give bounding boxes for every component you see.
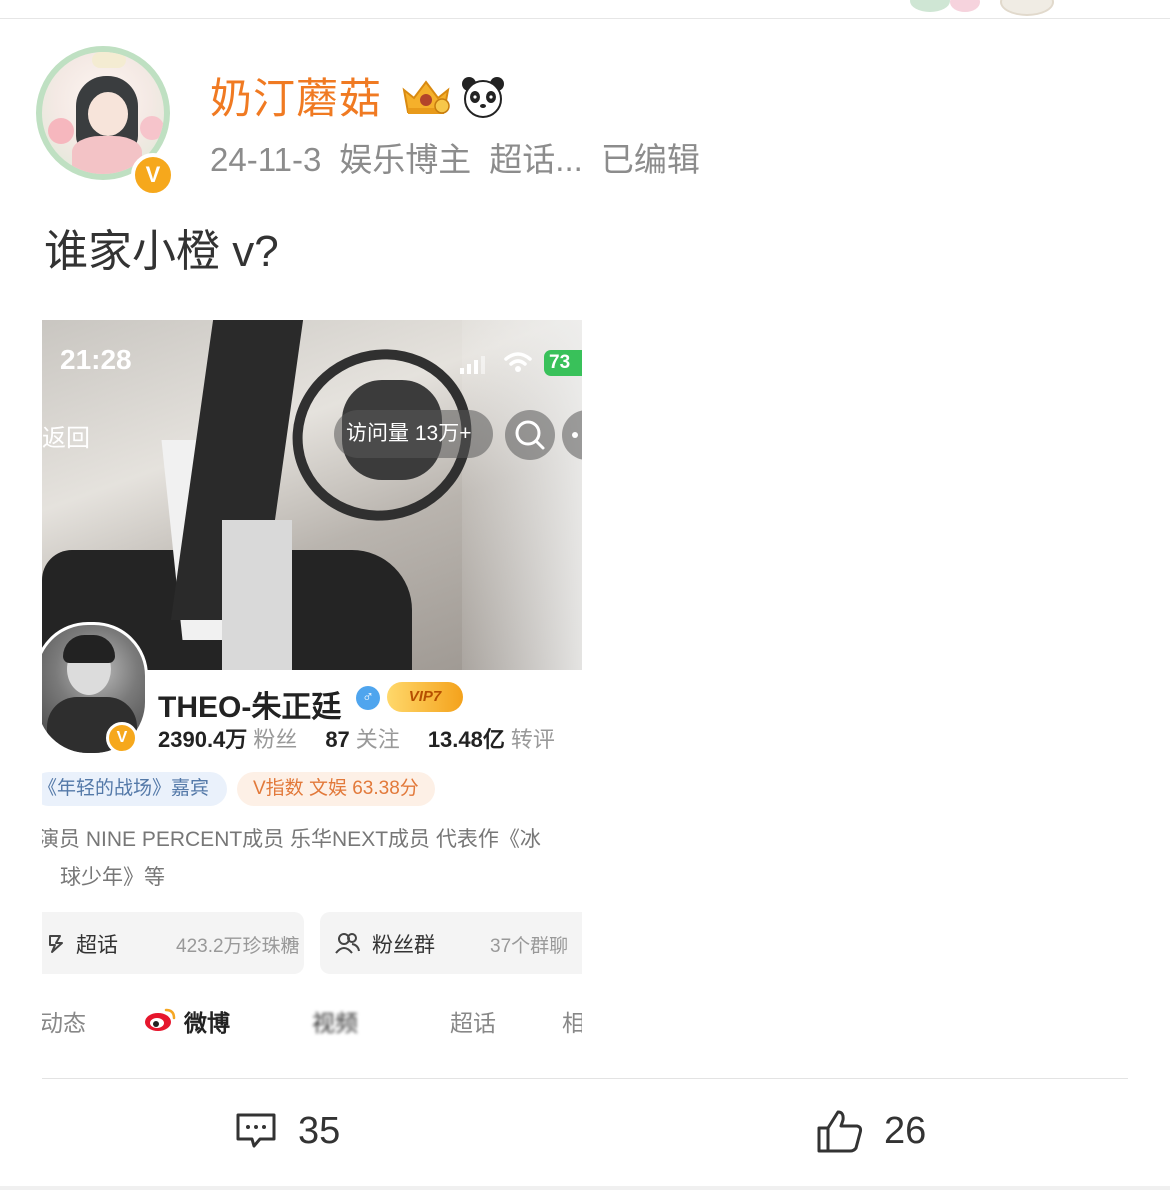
tab-dynamic[interactable]: 动态	[42, 1004, 86, 1038]
post-text: 谁家小橙 v?	[44, 227, 279, 276]
bottom-divider	[0, 1186, 1170, 1190]
profile-tabs: 动态 微博 视频 超话 相	[42, 1004, 582, 1040]
profile-stats: 2390.4万 粉丝 87 关注 13.48亿 转评	[158, 722, 582, 754]
decorative-sticker	[900, 0, 1060, 16]
profile-bio-line1: 演员 NINE PERCENT成员 乐华NEXT成员 代表作《冰	[42, 828, 541, 851]
tab-weibo[interactable]: 微博	[184, 1004, 230, 1038]
male-gender-icon: ♂	[356, 686, 380, 710]
visits-count[interactable]: 访问量 13万+	[334, 410, 494, 458]
supertopic-icon	[49, 935, 63, 953]
author-tag[interactable]: 娱乐博主	[339, 141, 471, 178]
verified-v-icon: V	[131, 153, 175, 197]
comment-button[interactable]: 35	[234, 1106, 340, 1156]
back-button[interactable]: 返回	[42, 418, 90, 453]
fans-label: 粉丝	[253, 727, 298, 752]
following-count[interactable]: 87	[325, 727, 349, 752]
fan-group-subtitle: 37个群聊	[490, 936, 569, 957]
people-icon	[335, 933, 360, 954]
v-index-tag[interactable]: V指数 文娱 63.38分	[237, 772, 435, 806]
edited-label: 已编辑	[600, 141, 700, 178]
fans-count[interactable]: 2390.4万	[158, 727, 247, 752]
thumbs-up-icon	[817, 1110, 863, 1153]
action-bar-divider	[42, 1078, 1128, 1079]
battery-indicator: 73	[544, 350, 582, 376]
reposts-label: 转评	[510, 727, 555, 752]
status-bar: 21:28 73	[42, 344, 582, 384]
weibo-logo-icon	[145, 1008, 176, 1031]
supertopic-subtitle: 423.2万珍珠糖	[176, 936, 300, 957]
tab-video[interactable]: 视频	[312, 1004, 358, 1038]
guest-tag[interactable]: 《年轻的战场》嘉宾	[42, 772, 228, 806]
crown-badge-icon[interactable]	[398, 76, 454, 118]
author-name[interactable]: 奶汀蘑菇	[210, 74, 382, 124]
chevron-right-icon: ›	[286, 931, 293, 952]
profile-bio-line2: 球少年》等	[60, 866, 165, 889]
following-label: 关注	[355, 727, 400, 752]
reposts-count: 13.48亿	[427, 727, 505, 752]
topic-tag[interactable]: 超话...	[489, 141, 583, 178]
author-avatar[interactable]: V	[32, 40, 177, 197]
wifi-icon	[504, 352, 532, 372]
post-date: 24-11-3	[210, 141, 322, 178]
profile-verified-icon: V	[106, 722, 138, 754]
like-button[interactable]: 26	[816, 1106, 926, 1156]
tab-album[interactable]: 相	[562, 1004, 582, 1038]
post-meta: 24-11-3 娱乐博主 超话... 已编辑	[210, 138, 718, 182]
like-count: 26	[884, 1109, 927, 1152]
supertopic-card[interactable]: 超话 423.2万珍珠糖 ›	[42, 912, 304, 974]
fan-group-card[interactable]: 粉丝群 37个群聊	[320, 912, 582, 974]
status-time: 21:28	[60, 344, 132, 375]
fan-group-title: 粉丝群	[372, 934, 435, 957]
panda-icon[interactable]	[460, 74, 506, 120]
search-icon[interactable]	[505, 410, 555, 460]
comment-icon	[236, 1113, 276, 1148]
profile-name: THEO-朱正廷	[158, 691, 342, 724]
tab-supertopic[interactable]: 超话	[450, 1004, 496, 1038]
vip-badge[interactable]: VIP7	[387, 682, 463, 712]
post-image[interactable]: 21:28 73 返回 访问量 13万+ V THEO-朱正廷 ♂ VIP7 2…	[42, 320, 582, 1040]
comment-count: 35	[298, 1109, 341, 1152]
signal-icon	[460, 356, 488, 374]
supertopic-title: 超话	[76, 934, 118, 957]
